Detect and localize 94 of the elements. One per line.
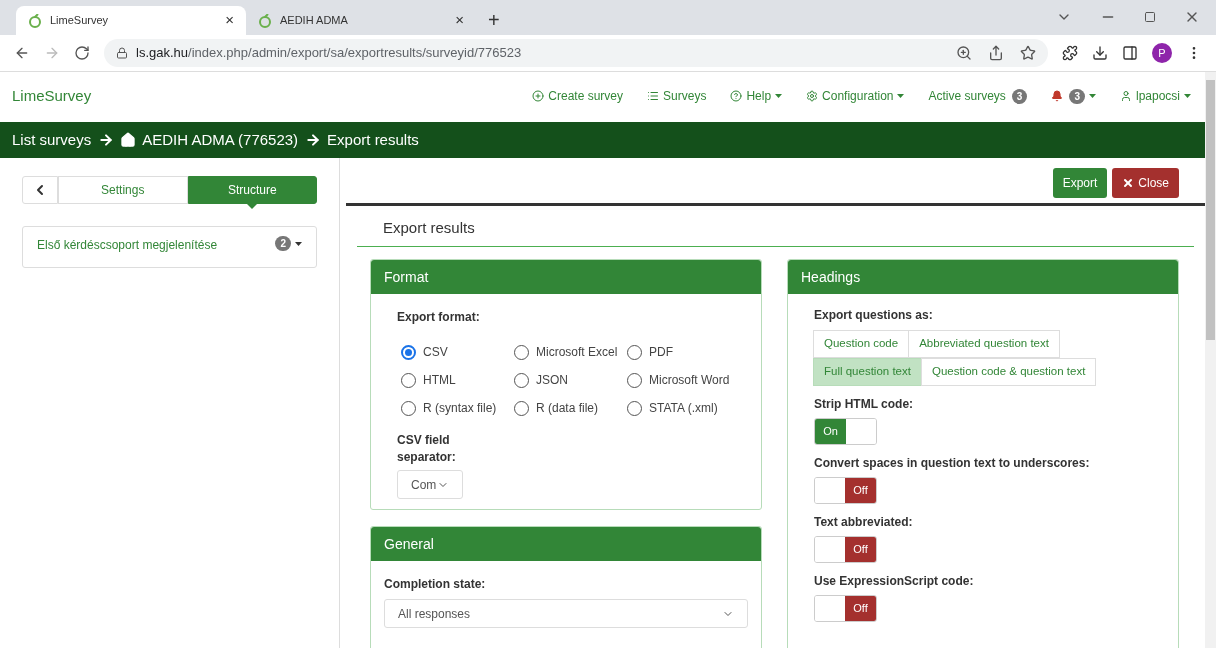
profile-avatar[interactable]: P bbox=[1152, 43, 1172, 63]
count-badge: 3 bbox=[1011, 88, 1028, 104]
field-label: CSV field separator: bbox=[397, 432, 457, 466]
download-icon[interactable] bbox=[1092, 45, 1108, 61]
nav-menu-item[interactable]: Create survey bbox=[532, 87, 624, 105]
brand-link[interactable]: LimeSurvey bbox=[12, 84, 92, 108]
page-heading: Export results bbox=[383, 219, 475, 236]
field-label: Completion state: bbox=[384, 576, 487, 593]
nav-menu-item[interactable]: Active surveys 3 bbox=[928, 87, 1028, 105]
breadcrumb-link[interactable]: Export results bbox=[327, 128, 419, 152]
toggle-label: Convert spaces in question text to underscores: bbox=[814, 455, 1091, 472]
extensions-icon[interactable] bbox=[1062, 45, 1078, 61]
question-group-item[interactable]: Első kérdéscsoport megjelenítése 2 bbox=[22, 226, 317, 268]
zoom-icon[interactable] bbox=[956, 45, 972, 61]
field-label: Export format: bbox=[397, 309, 481, 326]
close-icon bbox=[1122, 177, 1135, 189]
format-radio[interactable]: STATA (.xml) bbox=[627, 399, 747, 417]
toggle-label: Strip HTML code: bbox=[814, 396, 915, 413]
panel-header: Headings bbox=[788, 260, 1178, 294]
tab-close-button[interactable]: × bbox=[225, 9, 234, 32]
format-radio[interactable]: R (syntax file) bbox=[401, 399, 514, 417]
tab-title: LimeSurvey bbox=[50, 13, 110, 29]
scrollbar[interactable] bbox=[1205, 72, 1216, 648]
pointer-icon bbox=[246, 203, 259, 209]
export-button[interactable]: Export bbox=[1052, 168, 1108, 198]
home-icon bbox=[120, 132, 137, 148]
question-format-option[interactable]: Question code bbox=[813, 330, 910, 358]
panel-header: General bbox=[371, 527, 761, 561]
nav-menu-item[interactable]: Configuration bbox=[806, 87, 905, 105]
toggle-state: Off bbox=[845, 596, 876, 621]
sidebar-tab[interactable]: Settings bbox=[58, 176, 188, 204]
nav-label: Create survey bbox=[548, 88, 624, 105]
help-icon bbox=[730, 90, 743, 102]
list-icon bbox=[647, 90, 660, 102]
format-radio[interactable]: PDF bbox=[627, 343, 747, 361]
count-badge: 2 bbox=[275, 236, 291, 251]
breadcrumb-link[interactable]: AEDIH ADMA (776523) bbox=[142, 128, 299, 152]
toggle-state: On bbox=[815, 419, 846, 444]
nav-label: lpapocsi bbox=[1135, 88, 1180, 105]
format-radio[interactable]: HTML bbox=[401, 371, 514, 389]
nav-menu-item[interactable]: Surveys bbox=[647, 87, 707, 105]
plus-circle-icon bbox=[532, 90, 545, 102]
nav-menu-item[interactable]: 3 bbox=[1051, 88, 1096, 104]
address-field[interactable]: ls.gak.hu/index.php/admin/export/sa/exportresults/surveyid/776523 bbox=[104, 39, 1048, 67]
format-radio[interactable]: Microsoft Excel bbox=[514, 343, 627, 361]
field-label: Export questions as: bbox=[814, 307, 934, 324]
settings-icon bbox=[806, 90, 819, 102]
close-button[interactable]: Close bbox=[1112, 168, 1179, 198]
share-icon[interactable] bbox=[988, 45, 1004, 61]
breadcrumb-link[interactable]: List surveys bbox=[12, 128, 92, 152]
url-host: ls.gak.hu bbox=[136, 44, 189, 63]
bookmark-icon[interactable] bbox=[1020, 45, 1036, 61]
format-radio[interactable]: JSON bbox=[514, 371, 627, 389]
completion-select[interactable]: All responses bbox=[384, 599, 748, 628]
toggle-switch[interactable]: Off bbox=[814, 477, 877, 504]
tab-title: AEDIH ADMA bbox=[280, 13, 349, 29]
toggle-switch[interactable]: Off bbox=[814, 595, 877, 622]
nav-label: Surveys bbox=[663, 88, 707, 105]
nav-menu-item[interactable]: Help bbox=[730, 87, 783, 105]
format-radio[interactable]: CSV bbox=[401, 343, 514, 361]
toggle-switch[interactable]: On bbox=[814, 418, 877, 445]
lime-logo-icon bbox=[28, 13, 42, 28]
browser-tab[interactable]: LimeSurvey × bbox=[16, 6, 246, 35]
toggle-switch[interactable]: Off bbox=[814, 536, 877, 563]
format-radio[interactable]: Microsoft Word bbox=[627, 371, 747, 389]
tab-close-button[interactable]: × bbox=[455, 9, 464, 32]
nav-label: Active surveys bbox=[928, 88, 1006, 105]
question-format-option[interactable]: Abbreviated question text bbox=[908, 330, 1060, 358]
lock-icon bbox=[116, 47, 128, 59]
count-badge: 3 bbox=[1069, 88, 1085, 104]
nav-menu-item[interactable]: lpapocsi bbox=[1119, 87, 1191, 105]
toggle-label: Use ExpressionScript code: bbox=[814, 573, 975, 590]
toggle-label: Text abbreviated: bbox=[814, 514, 914, 531]
back-icon[interactable] bbox=[14, 45, 30, 61]
side-panel-icon[interactable] bbox=[1122, 45, 1138, 61]
panel-header: Format bbox=[371, 260, 761, 294]
question-format-option[interactable]: Question code & question text bbox=[920, 358, 1097, 386]
reload-icon[interactable] bbox=[74, 45, 90, 61]
separator-select[interactable]: Com bbox=[397, 470, 463, 499]
nav-label: Help bbox=[746, 88, 772, 105]
user-icon bbox=[1119, 90, 1132, 102]
restore-icon[interactable] bbox=[1144, 11, 1156, 23]
url-path: /index.php/admin/export/sa/exportresults/surveyid/776523 bbox=[188, 44, 522, 63]
caret-icon bbox=[295, 242, 302, 246]
group-label: Első kérdéscsoport megjelenítése bbox=[37, 237, 219, 254]
nav-label: Configuration bbox=[822, 88, 894, 105]
format-radio[interactable]: R (data file) bbox=[514, 399, 627, 417]
collapse-button[interactable] bbox=[22, 176, 58, 204]
lime-logo-icon bbox=[258, 13, 272, 28]
toggle-state: Off bbox=[845, 537, 876, 562]
bell-icon bbox=[1051, 90, 1064, 102]
new-tab-button[interactable]: + bbox=[488, 10, 500, 30]
browser-tab[interactable]: AEDIH ADMA × bbox=[246, 6, 476, 35]
toggle-state: Off bbox=[845, 478, 876, 503]
